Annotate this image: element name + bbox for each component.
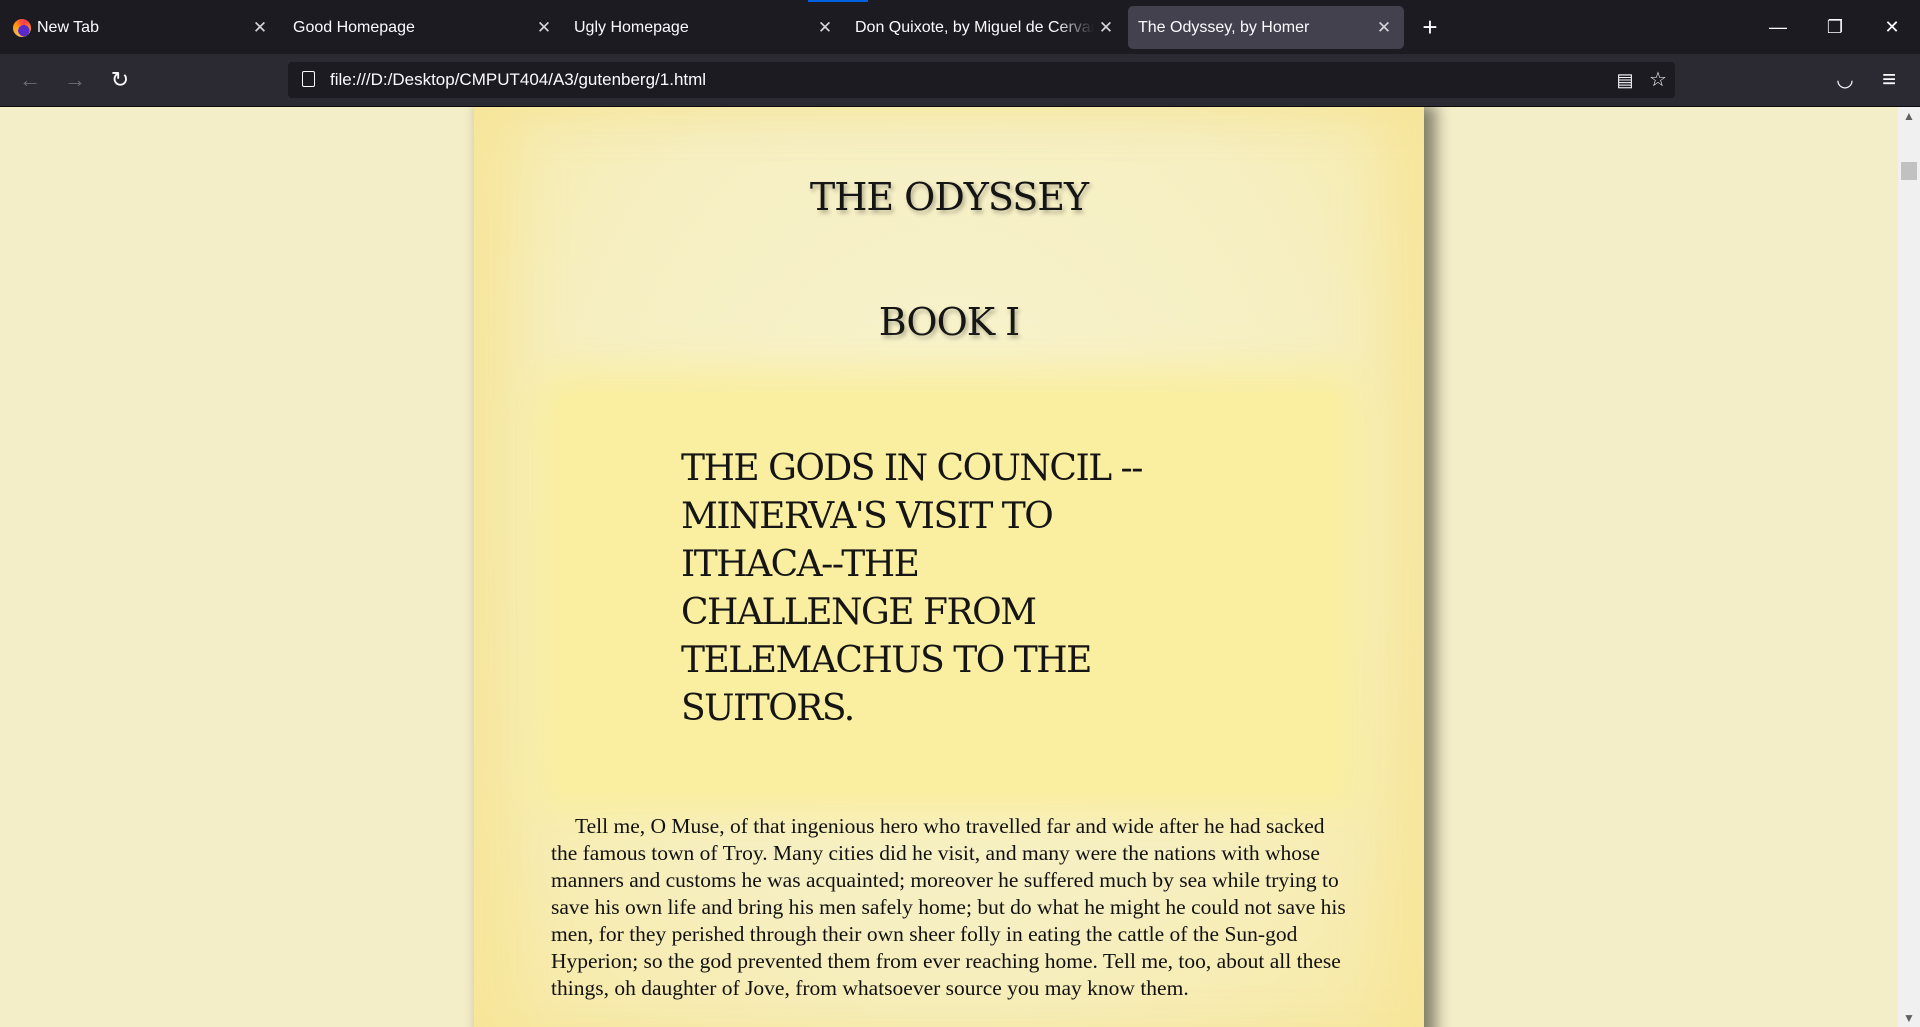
forward-button[interactable]: →	[59, 64, 91, 96]
menu-icon[interactable]: ≡	[1873, 64, 1905, 96]
tab-label: The Odyssey, by Homer	[1138, 18, 1310, 36]
tab-don-quixote[interactable]: Don Quixote, by Miguel de Cervantes ✕	[846, 6, 1118, 49]
tab-the-odyssey[interactable]: The Odyssey, by Homer ✕	[1128, 6, 1404, 49]
page-viewport: THE ODYSSEY BOOK I THE GODS IN COUNCIL -…	[0, 107, 1898, 1027]
tab-strip: New Tab ✕ Good Homepage ✕ Ugly Homepage …	[0, 0, 1920, 54]
window-close-button[interactable]: ✕	[1869, 12, 1915, 42]
reload-button[interactable]: ↻	[104, 64, 136, 96]
new-tab-button[interactable]: +	[1416, 14, 1444, 42]
page-icon	[302, 71, 315, 87]
chapter-summary: THE GODS IN COUNCIL --MINERVA'S VISIT TO…	[681, 448, 1143, 729]
tab-new-tab[interactable]: New Tab ✕	[0, 6, 272, 49]
close-icon[interactable]: ✕	[1372, 18, 1396, 38]
tab-label: Ugly Homepage	[574, 18, 689, 36]
restore-button[interactable]: ❐	[1812, 12, 1858, 42]
book-title: THE ODYSSEY	[809, 175, 1089, 219]
tab-ugly-homepage[interactable]: Ugly Homepage ✕	[565, 6, 837, 49]
reader-view-icon[interactable]: ▤	[1610, 62, 1640, 98]
scroll-thumb[interactable]	[1901, 162, 1917, 180]
back-button[interactable]: ←	[14, 64, 46, 96]
bookmark-star-icon[interactable]: ☆	[1643, 62, 1673, 98]
url-bar[interactable]: file:///D:/Desktop/CMPUT404/A3/gutenberg…	[288, 62, 1675, 98]
close-icon[interactable]: ✕	[1094, 18, 1118, 38]
vertical-scrollbar[interactable]: ▲ ▼	[1898, 107, 1920, 1027]
chapter-summary-box: THE GODS IN COUNCIL --MINERVA'S VISIT TO…	[558, 393, 1338, 793]
book-page: THE ODYSSEY BOOK I THE GODS IN COUNCIL -…	[474, 107, 1424, 1027]
book-number-heading: BOOK I	[878, 300, 1020, 344]
tab-good-homepage[interactable]: Good Homepage ✕	[284, 6, 556, 49]
tab-label: Don Quixote, by Miguel de Cervantes	[855, 18, 1094, 36]
close-icon[interactable]: ✕	[813, 18, 837, 38]
minimize-button[interactable]: —	[1755, 12, 1801, 42]
scroll-down-arrow[interactable]: ▼	[1898, 1009, 1920, 1027]
firefox-icon	[13, 18, 31, 37]
scroll-up-arrow[interactable]: ▲	[1898, 107, 1920, 125]
close-icon[interactable]: ✕	[248, 18, 272, 38]
url-text[interactable]: file:///D:/Desktop/CMPUT404/A3/gutenberg…	[330, 62, 706, 98]
opening-paragraph: Tell me, O Muse, of that ingenious hero …	[551, 814, 1346, 1000]
tab-label: Good Homepage	[293, 18, 415, 36]
pocket-icon[interactable]: ◡	[1829, 64, 1861, 96]
close-icon[interactable]: ✕	[532, 18, 556, 38]
tab-loading-indicator	[808, 0, 868, 2]
navigation-toolbar: ← → ↻ file:///D:/Desktop/CMPUT404/A3/gut…	[0, 54, 1920, 107]
tab-label: New Tab	[37, 18, 99, 36]
